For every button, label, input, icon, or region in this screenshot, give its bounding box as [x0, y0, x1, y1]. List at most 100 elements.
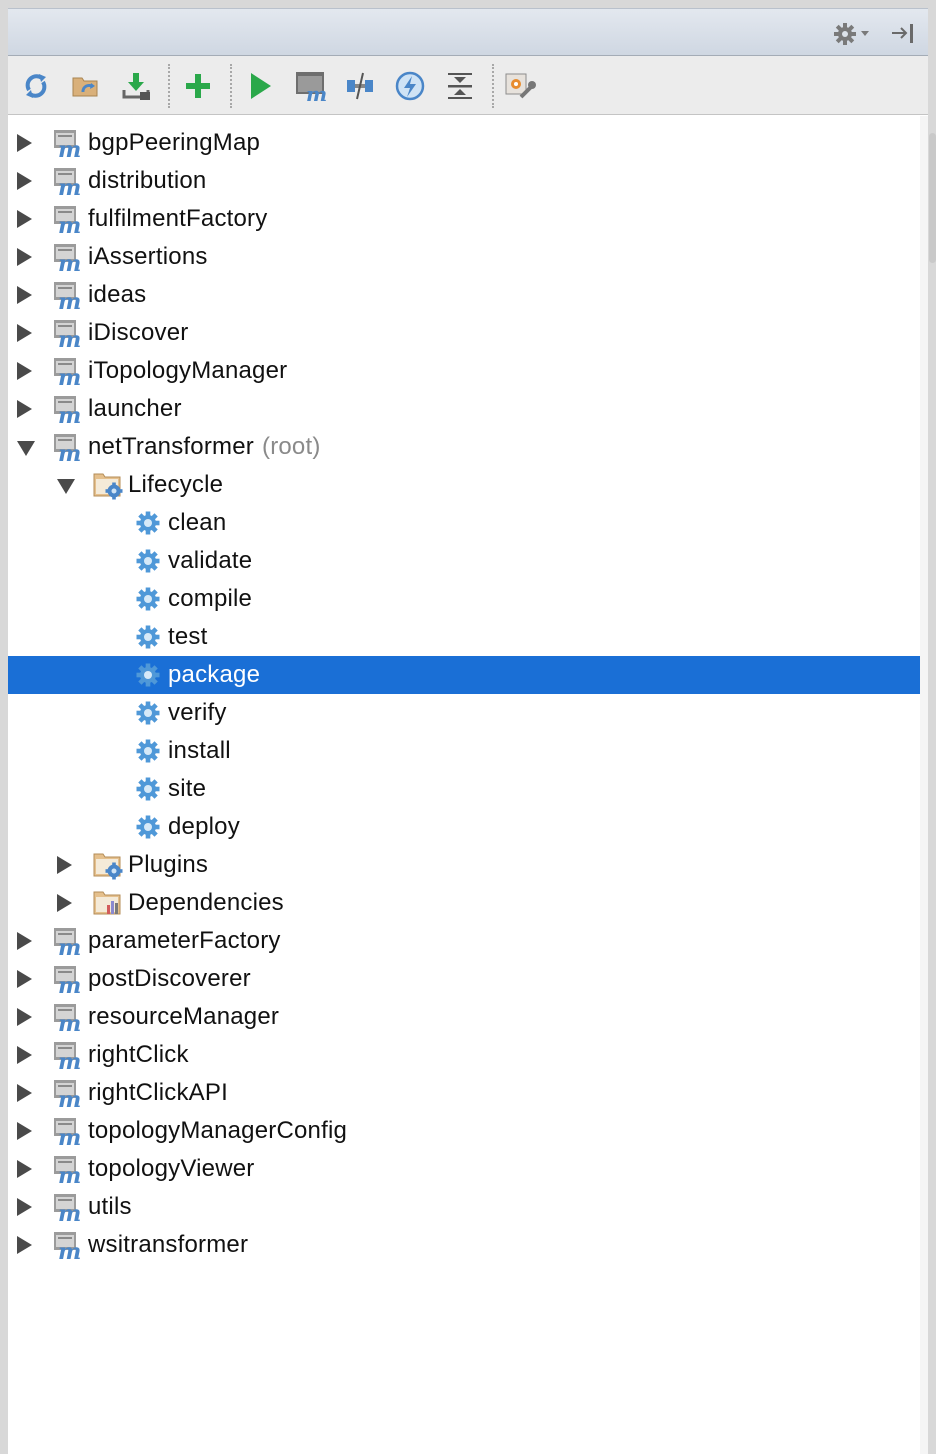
collapsed-arrow-icon[interactable]	[17, 210, 32, 228]
goal-node-site[interactable]: site	[8, 770, 928, 808]
project-node-rightclick[interactable]: m rightClick	[8, 1036, 928, 1075]
expanded-arrow-icon[interactable]	[17, 441, 35, 456]
project-node-fulfilmentfactory[interactable]: m fulfilmentFactory	[8, 200, 928, 239]
collapse-all-button[interactable]	[442, 68, 478, 104]
project-node-iassertions[interactable]: m iAssertions	[8, 238, 928, 277]
svg-text:m: m	[58, 365, 81, 386]
collapsed-arrow-icon[interactable]	[17, 1008, 32, 1026]
collapsed-arrow-icon[interactable]	[17, 1122, 32, 1140]
collapsed-arrow-icon[interactable]	[17, 1236, 32, 1254]
project-node-bgppeeringmap[interactable]: m bgpPeeringMap	[8, 124, 928, 163]
toggle-offline-mode-button[interactable]	[342, 68, 378, 104]
maven-module-icon: m	[52, 318, 84, 353]
generate-sources-button[interactable]	[68, 68, 104, 104]
collapsed-arrow-icon[interactable]	[17, 172, 32, 190]
offline-icon	[344, 70, 376, 102]
project-node-postdiscoverer[interactable]: m postDiscoverer	[8, 960, 928, 999]
project-node-rightclickapi[interactable]: m rightClickAPI	[8, 1074, 928, 1113]
project-node-parameterfactory[interactable]: m parameterFactory	[8, 922, 928, 961]
download-sources-button[interactable]	[118, 68, 154, 104]
maven-terminal-icon: m	[294, 68, 330, 104]
maven-settings-button[interactable]	[502, 68, 538, 104]
project-node-topologymanagerconfig[interactable]: m topologyManagerConfig	[8, 1112, 928, 1151]
node-label: iDiscover	[88, 319, 189, 346]
root-suffix-label: (root)	[262, 433, 321, 460]
gear-icon[interactable]	[832, 21, 872, 47]
maven-module-icon: m	[52, 1230, 84, 1265]
project-node-launcher[interactable]: m launcher	[8, 390, 928, 429]
goal-node-validate[interactable]: validate	[8, 542, 928, 580]
node-label: fulfilmentFactory	[88, 205, 268, 232]
node-label: package	[168, 661, 261, 688]
collapsed-arrow-icon[interactable]	[17, 134, 32, 152]
collapsed-arrow-icon[interactable]	[17, 1198, 32, 1216]
toolbar-separator	[230, 64, 232, 108]
lightning-icon	[394, 70, 426, 102]
goal-node-compile[interactable]: compile	[8, 580, 928, 618]
expanded-arrow-icon[interactable]	[57, 479, 75, 494]
collapsed-arrow-icon[interactable]	[17, 400, 32, 418]
collapsed-arrow-icon[interactable]	[17, 1084, 32, 1102]
svg-text:m: m	[58, 1201, 81, 1222]
maven-module-icon: m	[52, 1078, 84, 1113]
skip-tests-button[interactable]	[392, 68, 428, 104]
maven-module-icon: m	[52, 204, 84, 239]
vertical-scrollbar[interactable]	[920, 116, 928, 1454]
collapsed-arrow-icon[interactable]	[57, 856, 72, 874]
project-node-distribution[interactable]: m distribution	[8, 162, 928, 201]
collapsed-arrow-icon[interactable]	[17, 1160, 32, 1178]
gear-goal-icon	[134, 737, 166, 767]
refresh-icon	[20, 70, 52, 102]
collapsed-arrow-icon[interactable]	[17, 932, 32, 950]
collapsed-arrow-icon[interactable]	[17, 970, 32, 988]
scrollbar-thumb[interactable]	[929, 133, 936, 263]
gear-goal-icon	[134, 547, 166, 577]
project-node-resourcemanager[interactable]: m resourceManager	[8, 998, 928, 1037]
maven-projects-tree: m bgpPeeringMap m distribution m fulfilment…	[8, 116, 928, 1454]
goal-node-install[interactable]: install	[8, 732, 928, 770]
goal-node-deploy[interactable]: deploy	[8, 808, 928, 846]
svg-text:m: m	[58, 1239, 81, 1260]
maven-module-icon: m	[52, 394, 84, 429]
collapsed-arrow-icon[interactable]	[17, 324, 32, 342]
project-node-utils[interactable]: m utils	[8, 1188, 928, 1227]
collapsed-arrow-icon[interactable]	[17, 248, 32, 266]
collapsed-arrow-icon[interactable]	[17, 1046, 32, 1064]
project-node-ideas[interactable]: m ideas	[8, 276, 928, 315]
chevron-down-icon	[861, 31, 869, 36]
category-node-dependencies[interactable]: Dependencies	[8, 884, 928, 922]
collapsed-arrow-icon[interactable]	[17, 286, 32, 304]
svg-text:m: m	[58, 403, 81, 424]
add-maven-project-button[interactable]	[180, 68, 216, 104]
project-node-wsitransformer[interactable]: m wsitransformer	[8, 1226, 928, 1265]
hide-panel-icon[interactable]	[890, 21, 916, 47]
goal-node-clean[interactable]: clean	[8, 504, 928, 542]
collapsed-arrow-icon[interactable]	[17, 362, 32, 380]
maven-module-icon: m	[52, 280, 84, 315]
goal-node-test[interactable]: test	[8, 618, 928, 656]
node-label: bgpPeeringMap	[88, 129, 261, 156]
category-node-plugins[interactable]: Plugins	[8, 846, 928, 884]
collapsed-arrow-icon[interactable]	[57, 894, 72, 912]
svg-text:m: m	[58, 1011, 81, 1032]
node-label: parameterFactory	[88, 927, 281, 954]
svg-text:m: m	[58, 1163, 81, 1184]
execute-maven-goal-button[interactable]: m	[294, 68, 330, 104]
project-node-topologyviewer[interactable]: m topologyViewer	[8, 1150, 928, 1189]
node-label: distribution	[88, 167, 207, 194]
project-node-itopologymanager[interactable]: m iTopologyManager	[8, 352, 928, 391]
node-label: topologyManagerConfig	[88, 1117, 348, 1144]
svg-text:m: m	[58, 1049, 81, 1070]
maven-module-icon: m	[52, 356, 84, 391]
goal-node-verify[interactable]: verify	[8, 694, 928, 732]
goal-node-package[interactable]: package	[8, 656, 928, 694]
category-node-lifecycle[interactable]: Lifecycle	[8, 466, 928, 504]
play-icon	[244, 70, 276, 102]
project-node-nettransformer[interactable]: m netTransformer (root)	[8, 428, 928, 467]
run-maven-build-button[interactable]	[242, 68, 278, 104]
reimport-all-projects-button[interactable]	[18, 68, 54, 104]
project-node-idiscover[interactable]: m iDiscover	[8, 314, 928, 353]
node-label: clean	[168, 509, 227, 536]
folder-chart-icon	[92, 888, 124, 918]
gear-goal-icon	[134, 813, 166, 843]
